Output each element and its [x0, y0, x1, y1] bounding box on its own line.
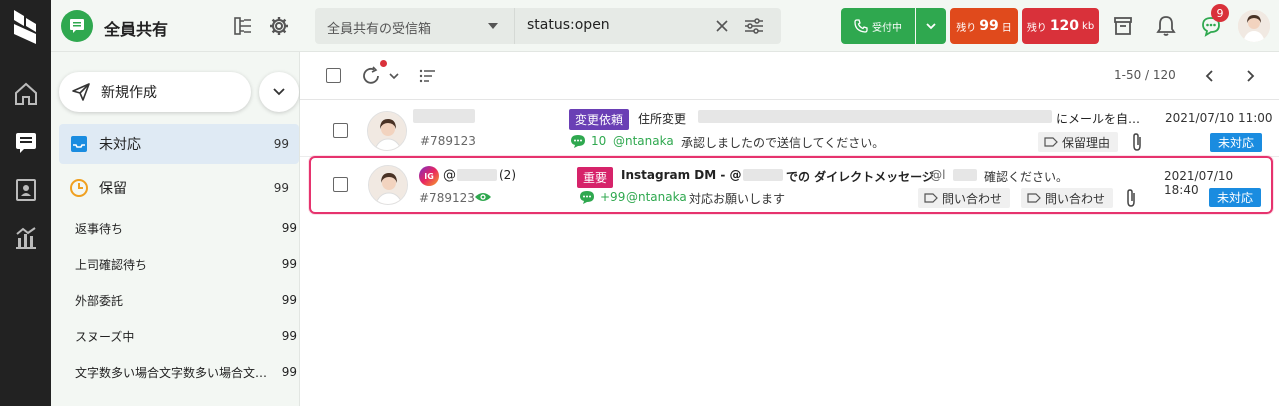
row-checkbox[interactable] [333, 177, 348, 192]
mention: @ntanaka [626, 190, 687, 204]
search-input[interactable]: status:open [527, 17, 610, 33]
list-toolbar: 1-50 / 120 [300, 52, 1279, 100]
phone-icon [854, 19, 868, 33]
label-chip[interactable]: 問い合わせ [1021, 188, 1114, 208]
clock-icon [69, 178, 89, 198]
sender-name-redacted [457, 169, 497, 181]
ticket-number: #789123 [420, 134, 476, 148]
subfolder-item[interactable]: 文字数多い場合文字数多い場合文字数多い場合 99 [75, 354, 297, 390]
inbox-nav-icon[interactable] [0, 122, 51, 162]
tag-badge: 変更依頼 [569, 109, 630, 130]
unread-dot [380, 60, 387, 67]
notification-badge: 9 [1211, 4, 1229, 22]
comment-icon [570, 134, 586, 148]
preview-text: 確認ください。 [984, 170, 1069, 184]
row-checkbox[interactable] [333, 123, 348, 138]
comment-count: 10 [591, 134, 607, 148]
settings-gear-icon[interactable] [267, 14, 291, 38]
eye-icon [474, 191, 492, 203]
status-dropdown-button[interactable] [916, 8, 946, 44]
label-chip[interactable]: 問い合わせ [918, 188, 1011, 208]
latest-comment: 承認しましたので送信してください。 [681, 136, 885, 150]
preview-redacted [953, 169, 977, 181]
next-page-icon[interactable] [1242, 68, 1258, 84]
home-nav-icon[interactable] [0, 74, 51, 114]
comment-count: +99 [600, 190, 626, 204]
subfolder-item[interactable]: 上司確認待ち 99 [75, 246, 297, 282]
chevron-down-icon[interactable] [388, 70, 400, 80]
conversation-row-highlighted[interactable]: IG @ (2) #789123 重要 Instagram DM - @ での … [309, 156, 1273, 214]
analytics-nav-icon[interactable] [0, 218, 51, 258]
send-icon [72, 83, 90, 101]
app-logo-icon[interactable] [12, 8, 38, 46]
subject-tail: にメールを自… [1056, 112, 1141, 126]
refresh-icon[interactable] [360, 60, 387, 87]
conversation-list: 1-50 / 120 #789123 変更依頼 住所変更 にメールを自… 10 … [300, 52, 1279, 406]
tag-badge: 重要 [577, 167, 614, 188]
sidebar: 新規作成 未対応 99 保留 99 返事待ち 99 上司確認待ち 99 外部委託… [51, 52, 300, 406]
preview-prefix: - @l [922, 168, 946, 182]
remaining-days-badge[interactable]: 残り 99 日 [950, 8, 1018, 44]
pagination-range: 1-50 / 120 [1114, 68, 1176, 82]
prev-page-icon[interactable] [1202, 68, 1218, 84]
org-chart-icon[interactable] [231, 14, 255, 38]
customer-avatar [367, 111, 407, 151]
tag-icon [924, 193, 938, 203]
compose-options-button[interactable] [259, 72, 299, 112]
folder-on-hold[interactable]: 保留 99 [59, 168, 299, 208]
reception-status-button[interactable]: 受付中 [841, 8, 915, 44]
clear-search-icon[interactable] [712, 16, 732, 36]
subject: 住所変更 [638, 112, 687, 126]
folder-unhandled[interactable]: 未対応 99 [59, 124, 299, 164]
remaining-kb-badge[interactable]: 残り 120 kb [1022, 8, 1099, 44]
subfolder-item[interactable]: 外部委託 99 [75, 282, 297, 318]
app-rail [0, 0, 51, 406]
chevron-down-icon [488, 23, 498, 29]
chevron-down-icon [273, 88, 285, 96]
attachment-paperclip-icon [1130, 132, 1144, 152]
attachment-paperclip-icon [1124, 188, 1138, 208]
tag-icon [1027, 193, 1041, 203]
sort-list-icon[interactable] [418, 67, 438, 85]
latest-comment: 対応お願いします [689, 192, 786, 206]
user-avatar[interactable] [1238, 10, 1270, 42]
tag-icon [1044, 137, 1058, 147]
top-bar: 全員共有 全員共有の受信箱 status:open 受付中 残り 99 日 残り… [51, 0, 1279, 52]
team-inbox-icon[interactable] [61, 10, 93, 42]
mention: @ntanaka [613, 134, 674, 148]
inbox-tray-icon [69, 134, 89, 154]
sender-message-count: (2) [499, 168, 516, 182]
received-datetime: 2021/07/10 11:00 [1165, 111, 1273, 125]
label-chip[interactable]: 保留理由 [1038, 132, 1119, 152]
contacts-nav-icon[interactable] [0, 170, 51, 210]
customer-avatar [368, 165, 408, 205]
filter-settings-icon[interactable] [743, 16, 765, 36]
status-badge: 未対応 [1209, 188, 1261, 207]
instagram-channel-icon: IG [419, 166, 439, 186]
ticket-number: #789123 [419, 191, 475, 205]
comment-icon [579, 190, 595, 204]
subject-redacted [698, 110, 1052, 123]
sender-prefix: @ [443, 168, 456, 183]
archive-box-icon[interactable] [1111, 14, 1135, 38]
bell-icon[interactable] [1154, 14, 1178, 38]
team-name: 全員共有 [104, 20, 169, 39]
inbox-select[interactable]: 全員共有の受信箱 [315, 8, 515, 44]
conversation-row[interactable]: #789123 変更依頼 住所変更 にメールを自… 10 @ntanaka 承認… [300, 103, 1279, 157]
subject-part-a: Instagram DM - @ [621, 168, 742, 182]
chevron-down-icon [926, 23, 936, 30]
subject-redacted [743, 169, 783, 181]
subject-part-b: での ダイレクトメッセージ [786, 170, 934, 184]
search-bar: 全員共有の受信箱 status:open [315, 8, 781, 44]
subfolder-item[interactable]: 返事待ち 99 [75, 210, 297, 246]
sender-name-redacted [413, 109, 475, 123]
compose-button[interactable]: 新規作成 [59, 72, 251, 112]
select-all-checkbox[interactable] [326, 68, 341, 83]
subfolder-item[interactable]: スヌーズ中 99 [75, 318, 297, 354]
status-badge: 未対応 [1210, 133, 1262, 152]
